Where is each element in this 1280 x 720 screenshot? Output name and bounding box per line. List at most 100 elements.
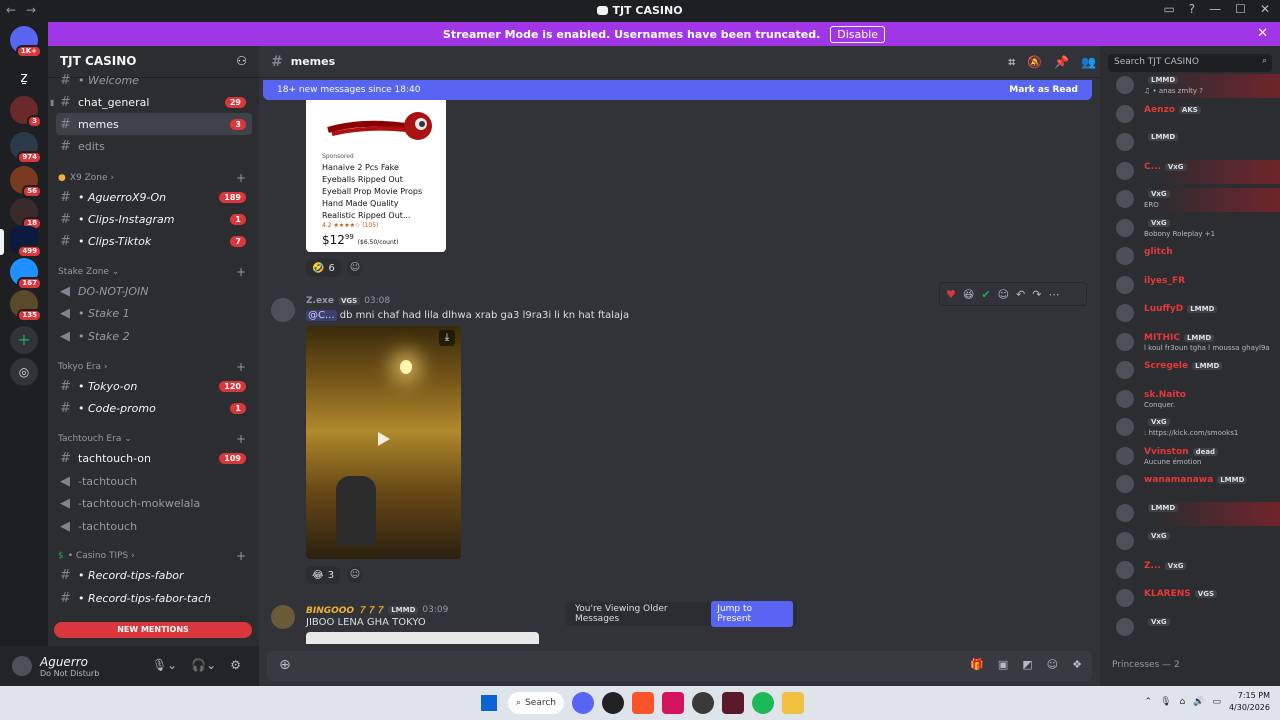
channel-tokyo-on[interactable]: # • Tokyo-on 120: [56, 375, 252, 397]
voice-channel-tachtouch-2[interactable]: ◀ -tachtouch: [56, 515, 252, 537]
settings-gear-icon[interactable]: ⚙: [230, 658, 241, 672]
help-icon[interactable]: ?: [1189, 2, 1195, 16]
channel-code-promo[interactable]: # • Code-promo 1: [56, 397, 252, 419]
member-list-icon[interactable]: 👥: [1081, 55, 1096, 70]
avatar[interactable]: [1116, 190, 1134, 208]
member-row[interactable]: LMMD ♫ • anas zmlty ?: [1100, 74, 1280, 98]
member-row[interactable]: Vvinston dead Aucune émotion: [1100, 445, 1280, 469]
spotify-app-icon[interactable]: [752, 692, 774, 714]
volume-icon[interactable]: 🔊: [1193, 697, 1204, 707]
notifications-icon[interactable]: 🔕: [1027, 55, 1042, 70]
member-row[interactable]: LMMD: [1100, 131, 1280, 155]
member-row[interactable]: MITHIC LMMD l koul fr3oun tgha l moussa gh…: [1100, 331, 1280, 355]
member-row[interactable]: VxG ERO: [1100, 188, 1280, 212]
channel-memes[interactable]: # memes 3: [56, 113, 252, 135]
product-embed[interactable]: Sponsored Hanaive 2 Pcs Fake Eyeballs Ri…: [306, 100, 446, 252]
minimize-button[interactable]: —: [1209, 2, 1221, 16]
avatar[interactable]: [1116, 275, 1134, 294]
avatar[interactable]: [271, 605, 295, 629]
avatar[interactable]: [1116, 589, 1134, 607]
sticker-icon[interactable]: ◩: [1022, 658, 1032, 671]
avatar[interactable]: [1116, 133, 1134, 151]
channel-clips-instagram[interactable]: # • Clips-Instagram 1: [56, 208, 252, 230]
channel-edits[interactable]: # edits: [56, 135, 252, 157]
category-stake-zone[interactable]: Stake Zone ⌄ +: [58, 264, 250, 280]
avatar[interactable]: [1116, 247, 1134, 265]
inbox-icon[interactable]: ▭: [1163, 2, 1174, 16]
reply-icon[interactable]: ↶: [1016, 288, 1025, 301]
brave-app-icon[interactable]: [632, 692, 654, 714]
guild-icon[interactable]: 56: [10, 166, 42, 198]
guild-icon[interactable]: 18: [10, 198, 42, 230]
message-composer[interactable]: ⊕ 🎁 ▣ ◩ ☺ ❖: [267, 651, 1092, 681]
clock[interactable]: 7:15 PM 4/30/2026: [1229, 690, 1270, 714]
message-author[interactable]: BINGOOO ７７７: [306, 603, 384, 616]
member-row[interactable]: sk.Naito Conquer.: [1100, 388, 1280, 412]
avatar[interactable]: [1116, 361, 1134, 379]
member-row[interactable]: wanamanawa LMMD: [1100, 473, 1280, 497]
add-channel-icon[interactable]: +: [236, 171, 246, 185]
tjt-casino-server[interactable]: 499: [10, 226, 42, 258]
discover-icon[interactable]: ◎: [10, 358, 38, 386]
play-icon[interactable]: [378, 432, 390, 446]
member-row[interactable]: Aenzo AKS: [1100, 103, 1280, 127]
add-reaction-icon[interactable]: ☺: [347, 260, 363, 276]
member-row[interactable]: C... VxG: [1100, 159, 1280, 184]
network-icon[interactable]: ⌂: [1180, 697, 1186, 707]
new-mentions-button[interactable]: NEW MENTIONS: [54, 622, 252, 638]
voice-channel-stake-1[interactable]: ◀ • Stake 1: [56, 302, 252, 324]
category-x9-zone[interactable]: ● X9 Zone › +: [58, 170, 250, 186]
mark-as-read-button[interactable]: Mark as Read: [1009, 85, 1078, 95]
channel-record-tips-fabor[interactable]: # • Record-tips-fabor: [56, 564, 252, 586]
add-server-icon[interactable]: +: [10, 326, 38, 354]
close-icon[interactable]: ✕: [1257, 26, 1268, 41]
mic-tray-icon[interactable]: 🎙: [1160, 697, 1171, 707]
avatar[interactable]: [1116, 104, 1134, 123]
reaction-chip[interactable]: 🤣 6: [306, 259, 341, 277]
gift-icon[interactable]: 🎁: [970, 658, 984, 671]
avatar[interactable]: [1116, 76, 1134, 94]
member-row[interactable]: ilyes_FR: [1100, 274, 1280, 298]
avatar[interactable]: [1116, 332, 1134, 351]
channel-tachtouch-on[interactable]: # tachtouch-on 109: [56, 447, 252, 469]
chrome-app-icon[interactable]: [602, 692, 624, 714]
gif-icon[interactable]: ▣: [998, 658, 1008, 671]
maximize-button[interactable]: ☐: [1235, 2, 1246, 16]
video-attachment[interactable]: ⤓: [306, 326, 461, 559]
member-row[interactable]: VxG Bobony Roleplay +1: [1100, 217, 1280, 241]
more-icon[interactable]: ⋯: [1048, 288, 1059, 301]
avatar[interactable]: [1116, 389, 1134, 408]
dm-home-button[interactable]: 1K+: [10, 26, 42, 58]
headphones-icon[interactable]: 🎧⌄: [191, 658, 216, 672]
discord-app-icon[interactable]: [572, 692, 594, 714]
member-row[interactable]: VxG: https://kick.com/smooks1: [1100, 416, 1280, 440]
guild-icon[interactable]: ẕ: [10, 64, 38, 92]
voice-channel-do-not-join[interactable]: ◀ DO-NOT-JOIN: [56, 280, 252, 302]
threads-icon[interactable]: ⌗: [1008, 55, 1015, 70]
reaction-chip[interactable]: 😂 3: [306, 566, 341, 584]
avatar[interactable]: [1116, 161, 1134, 180]
disable-button[interactable]: Disable: [830, 25, 886, 43]
member-row[interactable]: LuuffyD LMMD: [1100, 302, 1280, 326]
member-row[interactable]: glitch: [1100, 245, 1280, 269]
member-row[interactable]: VxG: [1100, 616, 1280, 640]
member-row[interactable]: LMMD: [1100, 501, 1280, 526]
add-channel-icon[interactable]: +: [236, 265, 246, 279]
voice-channel-tachtouch-mokwelala[interactable]: ◀ -tachtouch-mokwelala: [56, 492, 252, 514]
app-icon[interactable]: [722, 692, 744, 714]
laugh-reaction-icon[interactable]: 😆: [963, 288, 974, 301]
tray-chevron-icon[interactable]: ⌃: [1145, 697, 1153, 707]
message-author[interactable]: Z.exe: [306, 296, 334, 306]
file-explorer-icon[interactable]: [782, 692, 804, 714]
add-channel-icon[interactable]: +: [236, 360, 246, 374]
jump-to-present-button[interactable]: Jump to Present: [711, 601, 793, 627]
image-attachment[interactable]: [306, 632, 539, 644]
member-row[interactable]: Scregele LMMD: [1100, 359, 1280, 383]
pin-icon[interactable]: 📌: [1054, 55, 1069, 70]
close-window-button[interactable]: ✕: [1260, 2, 1270, 16]
add-reaction-icon[interactable]: ☺: [998, 288, 1009, 301]
avatar[interactable]: [1116, 418, 1134, 436]
emoji-icon[interactable]: ☺: [1047, 658, 1058, 671]
avatar[interactable]: [1116, 617, 1134, 636]
start-icon[interactable]: [481, 695, 497, 711]
